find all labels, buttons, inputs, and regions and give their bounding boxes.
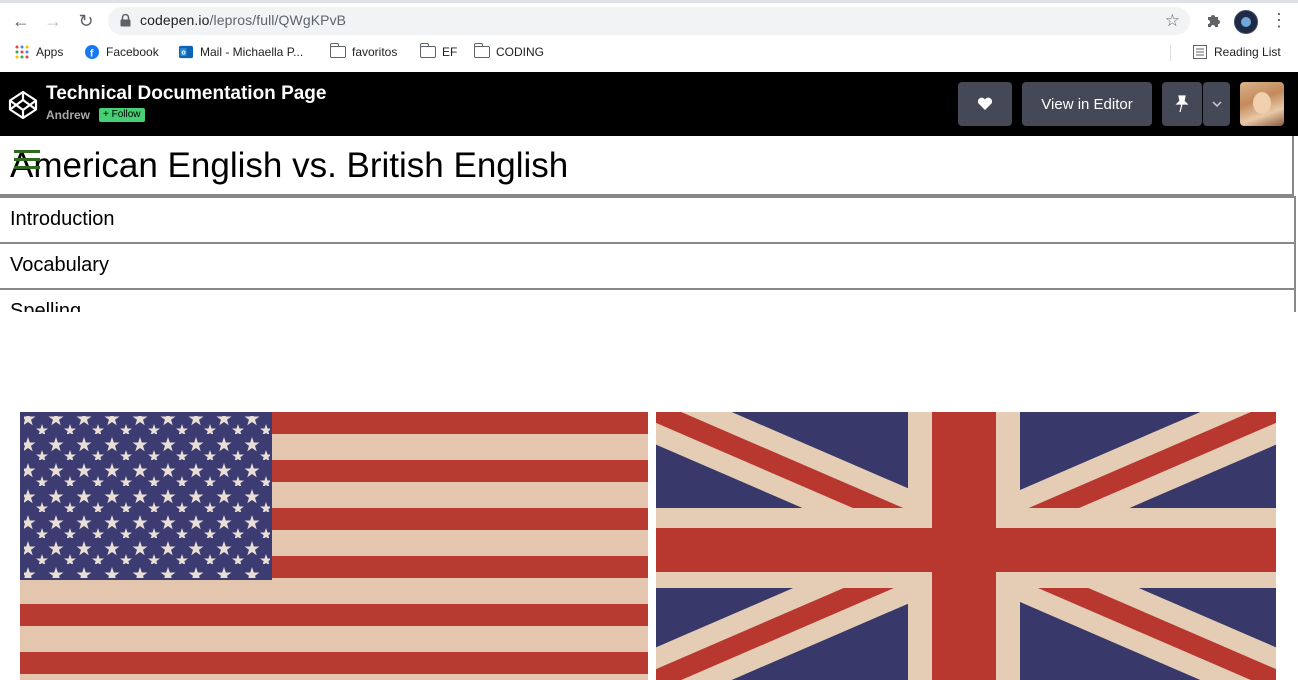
outlook-icon: o — [179, 45, 193, 59]
heart-icon — [977, 97, 993, 110]
us-flag — [20, 412, 648, 680]
nav-link-vocabulary[interactable]: Vocabulary — [0, 242, 1296, 288]
folder-icon — [419, 43, 436, 58]
reading-list-button[interactable]: Reading List — [1192, 45, 1281, 59]
nav-link-spelling[interactable]: Spelling — [0, 288, 1296, 312]
user-avatar[interactable] — [1240, 82, 1284, 126]
nav-link-introduction[interactable]: Introduction — [0, 196, 1296, 242]
bookmark-mail[interactable]: o Mail - Michaella P... — [178, 45, 303, 59]
bookmark-label: Mail - Michaella P... — [200, 45, 304, 59]
back-arrow-icon[interactable]: ← — [8, 8, 34, 34]
nav-link-label: Spelling — [10, 300, 82, 312]
reading-list-icon — [1193, 45, 1207, 59]
browser-chrome: ← → ↻ codepen.io/lepros/full/QWgKPvB ☆ ⋮… — [0, 0, 1298, 72]
bookmark-label: Facebook — [106, 45, 159, 59]
bookmark-apps[interactable]: Apps — [14, 45, 63, 59]
codepen-header: Technical Documentation Page Andrew + Fo… — [0, 72, 1298, 136]
pen-title: Technical Documentation Page — [46, 83, 327, 104]
url-text: codepen.io/lepros/full/QWgKPvB — [140, 12, 347, 28]
apps-grid-icon — [15, 45, 29, 59]
bookmark-coding[interactable]: CODING — [473, 43, 544, 59]
bookmark-ef[interactable]: EF — [419, 43, 458, 59]
navbar: American English vs. British English Int… — [0, 136, 1298, 312]
profile-avatar[interactable] — [1234, 10, 1258, 34]
forward-arrow-icon[interactable]: → — [40, 8, 66, 34]
flags-image — [20, 412, 1276, 680]
page-title: American English vs. British English — [10, 146, 569, 185]
nav-link-label: Introduction — [10, 208, 115, 230]
nav-header: American English vs. British English — [0, 136, 1294, 196]
pin-icon — [1175, 95, 1189, 113]
bookmark-label: Apps — [36, 45, 64, 59]
view-in-editor-button[interactable]: View in Editor — [1022, 82, 1152, 126]
extensions-puzzle-icon[interactable] — [1204, 11, 1224, 31]
bookmark-star-icon[interactable]: ☆ — [1165, 11, 1180, 31]
page-content: American English vs. British English Int… — [0, 136, 1298, 680]
menu-kebab-icon[interactable]: ⋮ — [1270, 10, 1288, 31]
codepen-logo-icon[interactable] — [8, 90, 38, 120]
view-in-editor-label: View in Editor — [1041, 95, 1133, 113]
uk-flag — [656, 412, 1276, 680]
toolbar: ← → ↻ codepen.io/lepros/full/QWgKPvB ☆ ⋮ — [0, 4, 1298, 38]
hamburger-menu-icon[interactable] — [14, 150, 40, 170]
tab-strip-edge — [0, 0, 1298, 3]
svg-text:f: f — [90, 47, 94, 59]
folder-icon — [329, 43, 346, 58]
pen-author[interactable]: Andrew — [46, 108, 90, 122]
chevron-down-icon — [1211, 101, 1222, 107]
bookmarks-bar: Apps f Facebook o Mail - Michaella P... … — [0, 40, 1298, 66]
heart-button[interactable] — [958, 82, 1012, 126]
pin-dropdown-button[interactable] — [1203, 82, 1230, 126]
lock-icon — [120, 14, 131, 27]
svg-text:o: o — [181, 50, 185, 57]
reading-list-label: Reading List — [1214, 45, 1281, 59]
facebook-icon: f — [85, 45, 99, 59]
bookmark-favoritos[interactable]: favoritos — [329, 43, 398, 59]
bookmark-label: CODING — [496, 45, 544, 59]
reload-icon[interactable]: ↻ — [73, 8, 99, 34]
nav-link-label: Vocabulary — [10, 254, 109, 276]
follow-button[interactable]: + Follow — [99, 108, 145, 122]
bookmark-label: EF — [442, 45, 458, 59]
folder-icon — [473, 43, 490, 58]
address-bar[interactable]: codepen.io/lepros/full/QWgKPvB ☆ — [108, 7, 1190, 35]
bookmark-facebook[interactable]: f Facebook — [84, 45, 159, 59]
bookmarks-divider — [1170, 45, 1171, 61]
pin-button[interactable] — [1162, 82, 1202, 126]
bookmark-label: favoritos — [352, 45, 398, 59]
